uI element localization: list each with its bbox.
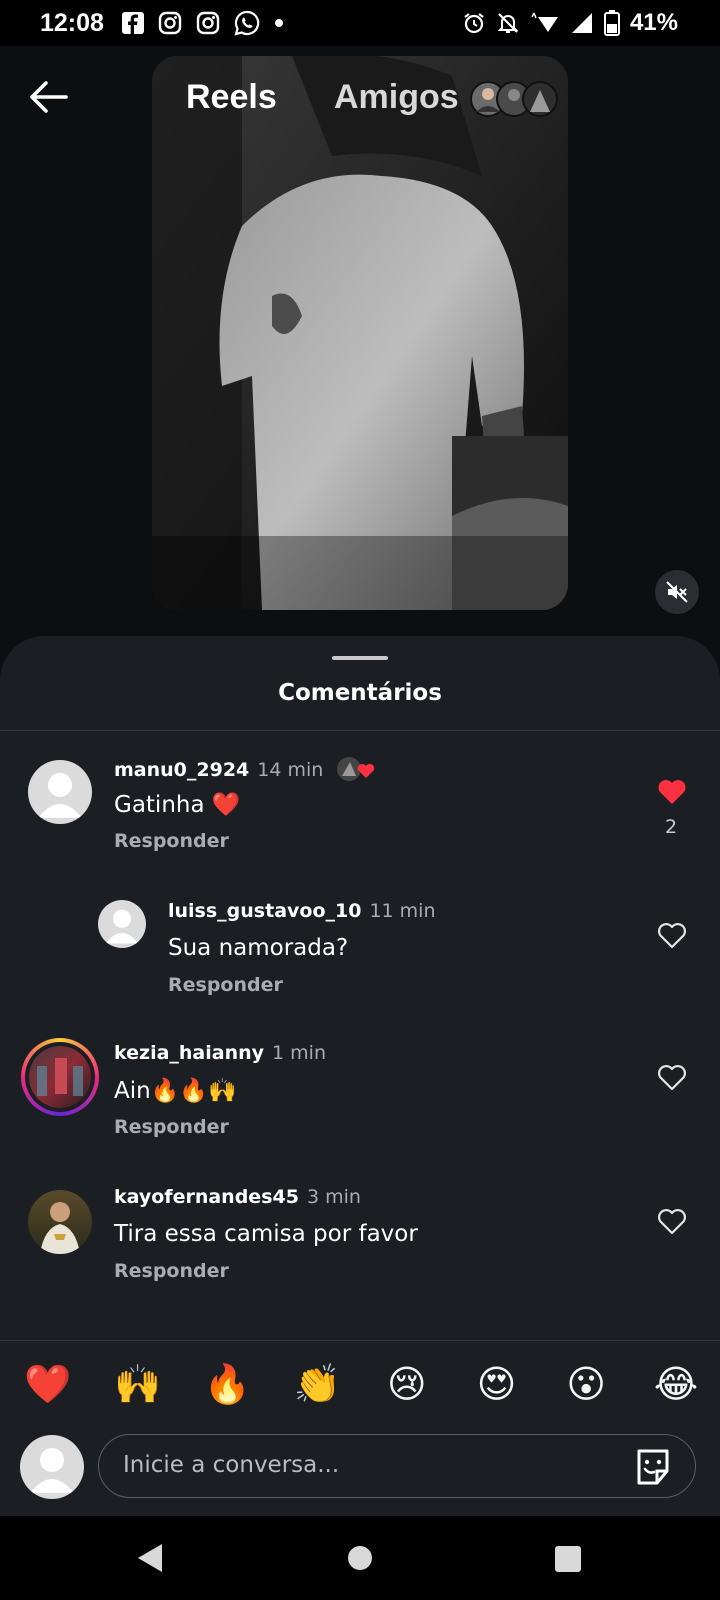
- comment-username[interactable]: kayofernandes45 3 min: [114, 1186, 361, 1208]
- divider: [0, 1340, 720, 1341]
- sheet-title: Comentários: [278, 680, 442, 706]
- default-avatar-icon: [38, 773, 82, 818]
- like-button[interactable]: [656, 1206, 688, 1236]
- reaction-crying-button[interactable]: 😢: [381, 1358, 433, 1410]
- drag-handle[interactable]: [332, 656, 388, 660]
- comment-text: Gatinha ❤️: [114, 792, 241, 818]
- avatar[interactable]: [28, 760, 92, 824]
- status-bar: 12:08 41%: [0, 0, 720, 46]
- system-nav-bar: [0, 1516, 720, 1600]
- comment-username[interactable]: kezia_haianny 1 min: [114, 1042, 326, 1064]
- my-avatar: [20, 1435, 84, 1499]
- alarm-icon: [464, 13, 484, 34]
- sticker-button[interactable]: [633, 1447, 673, 1487]
- like-button[interactable]: [656, 920, 688, 950]
- divider: [0, 730, 720, 731]
- heart-outline-icon: [658, 1065, 686, 1091]
- avatar[interactable]: [98, 900, 146, 948]
- battery-percent: 41%: [629, 9, 678, 36]
- tab-friends[interactable]: Amigos: [334, 78, 459, 117]
- quick-reactions: ❤️ 🙌 🔥 👏 😢 😍 😮 😂: [22, 1358, 702, 1410]
- friend-avatars[interactable]: [470, 80, 560, 118]
- back-button[interactable]: [26, 77, 72, 117]
- reaction-heart-eyes-button[interactable]: 😍: [471, 1358, 523, 1410]
- comment-text: Sua namorada?: [168, 935, 349, 961]
- battery-icon: [603, 10, 620, 36]
- reaction-fire-button[interactable]: 🔥: [201, 1358, 253, 1410]
- reaction-heart-button[interactable]: ❤️: [22, 1358, 74, 1410]
- reply-button[interactable]: Responder: [114, 1116, 229, 1138]
- status-time: 12:08: [40, 9, 104, 37]
- default-avatar-icon: [30, 1448, 74, 1493]
- reply-button[interactable]: Responder: [168, 974, 283, 996]
- system-icons: 41%: [462, 9, 678, 37]
- reaction-clap-button[interactable]: 👏: [291, 1358, 343, 1410]
- dot-icon: [275, 19, 283, 27]
- facebook-icon: [122, 12, 144, 34]
- notifications-off-icon: [497, 13, 519, 33]
- username[interactable]: kayofernandes45: [114, 1186, 299, 1208]
- reel-video-preview[interactable]: [152, 56, 568, 610]
- heart-filled-icon: [658, 780, 686, 804]
- comment-time: 14 min: [257, 759, 324, 781]
- nav-back-icon[interactable]: [136, 1542, 164, 1574]
- signal-icon: [571, 13, 592, 33]
- mute-button[interactable]: [655, 570, 699, 614]
- comment-time: 1 min: [272, 1042, 326, 1064]
- nav-recents-icon[interactable]: [555, 1546, 581, 1572]
- creator-liked-badge: [336, 757, 375, 781]
- comment-text: Ain🔥🔥🙌: [114, 1078, 237, 1104]
- heart-outline-icon: [658, 1209, 686, 1235]
- volume-off-icon: [666, 581, 688, 603]
- comment-text: Tira essa camisa por favor: [114, 1221, 418, 1247]
- story-ring[interactable]: [21, 1038, 99, 1116]
- reaction-laughing-button[interactable]: 😂: [650, 1358, 702, 1410]
- default-avatar-icon: [105, 909, 139, 944]
- nav-home-icon[interactable]: [348, 1546, 372, 1570]
- avatar: [29, 1046, 91, 1108]
- username[interactable]: kezia_haianny: [114, 1042, 264, 1064]
- sticker-icon: [637, 1449, 669, 1485]
- reply-button[interactable]: Responder: [114, 1260, 229, 1282]
- reaction-raised-hands-button[interactable]: 🙌: [112, 1358, 164, 1410]
- instagram-icon: [158, 11, 182, 35]
- avatar[interactable]: [28, 1190, 92, 1254]
- wifi-icon: [531, 12, 558, 32]
- comment-input-placeholder[interactable]: Inicie a conversa...: [123, 1452, 339, 1478]
- heart-outline-icon: [658, 923, 686, 949]
- username[interactable]: manu0_2924: [114, 759, 249, 781]
- comment-username[interactable]: manu0_2924 14 min: [114, 756, 376, 782]
- like-button[interactable]: [656, 1062, 688, 1092]
- instagram-icon: [196, 11, 220, 35]
- whatsapp-icon: [234, 10, 260, 36]
- username[interactable]: luiss_gustavoo_10: [168, 900, 361, 922]
- reel-video-image: [152, 56, 568, 610]
- like-count: 2: [665, 816, 678, 838]
- comment-time: 3 min: [306, 1186, 361, 1208]
- reply-button[interactable]: Responder: [114, 830, 229, 852]
- like-button[interactable]: [656, 776, 688, 806]
- reaction-surprised-button[interactable]: 😮: [560, 1358, 612, 1410]
- comment-username[interactable]: luiss_gustavoo_10 11 min: [168, 900, 436, 922]
- comment-input[interactable]: Inicie a conversa...: [98, 1434, 696, 1498]
- notification-icons: [122, 10, 284, 36]
- comment-time: 11 min: [369, 900, 436, 922]
- tab-reels[interactable]: Reels: [186, 78, 277, 117]
- arrow-left-icon: [30, 81, 68, 113]
